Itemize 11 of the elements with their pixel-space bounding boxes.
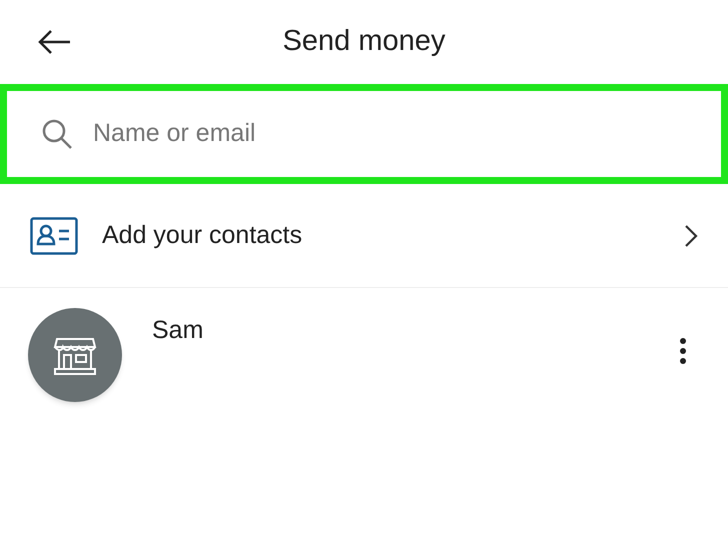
search-input[interactable]: Name or email <box>93 115 721 153</box>
contact-name: Sam <box>152 315 204 346</box>
add-contacts-row[interactable]: Add your contacts <box>0 184 728 288</box>
search-field[interactable]: Name or email <box>0 84 728 184</box>
back-arrow-icon <box>37 29 71 55</box>
page-title: Send money <box>282 24 446 60</box>
store-icon <box>53 335 97 375</box>
search-icon <box>41 118 73 150</box>
chevron-right-icon <box>684 224 698 248</box>
more-options-button[interactable] <box>678 338 688 364</box>
contact-card-icon <box>30 216 78 254</box>
